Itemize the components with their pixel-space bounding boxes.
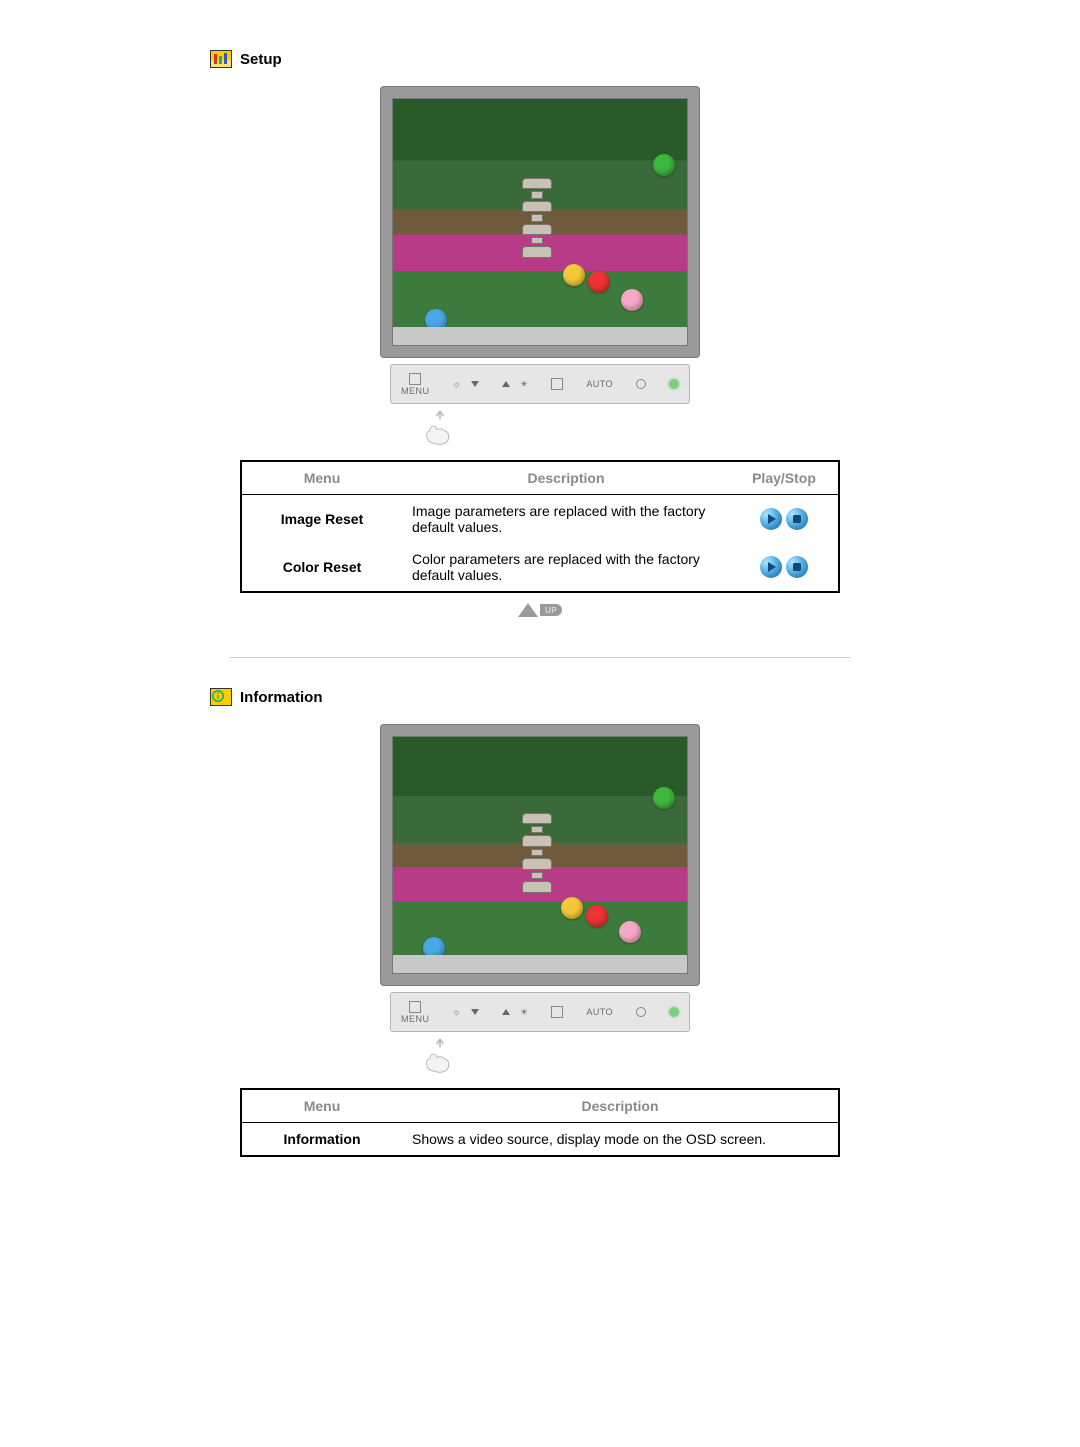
information-table: Menu Description Information Shows a vid… (240, 1088, 840, 1157)
col-header-description: Description (402, 461, 730, 495)
source-icon (551, 378, 563, 390)
up-arrow-icon (502, 381, 510, 387)
stop-button[interactable] (786, 556, 808, 578)
monitor-illustration-setup: MENU ☼ ☀ AUTO (380, 86, 700, 446)
section-title: Setup (240, 51, 282, 68)
stop-icon (793, 563, 801, 571)
stop-icon (793, 515, 801, 523)
ground-bar (393, 955, 687, 973)
up-arrow-icon (502, 1009, 510, 1015)
lantern-icon (588, 271, 610, 293)
sun-icon: ☀ (520, 379, 529, 390)
row-menu-label: Color Reset (241, 543, 402, 592)
information-section-icon (210, 688, 232, 706)
up-arrow-icon (518, 603, 538, 617)
monitor-screen (392, 98, 688, 346)
adjust-group-1: ☼ (452, 1007, 479, 1017)
row-description: Color parameters are replaced with the f… (402, 543, 730, 592)
row-menu-label: Image Reset (241, 495, 402, 544)
auto-label: AUTO (586, 379, 613, 389)
lantern-icon (561, 897, 583, 919)
menu-button-group: MENU (401, 1001, 430, 1024)
back-to-top-link[interactable]: UP (0, 603, 1080, 617)
lantern-icon (619, 921, 641, 943)
monitor-controls: MENU ☼ ☀ AUTO (380, 358, 700, 446)
power-button-icon (636, 1007, 646, 1017)
monitor-controls: MENU ☼ ☀ AUTO (380, 986, 700, 1074)
row-playstop (730, 543, 839, 592)
down-arrow-icon (471, 1009, 479, 1015)
section-header-information: Information (210, 688, 1080, 706)
brightness-icon: ☼ (452, 379, 461, 389)
table-header-row: Menu Description (241, 1089, 839, 1123)
adjust-group-1: ☼ (452, 379, 479, 389)
setup-section-icon (210, 50, 232, 68)
pagoda-icon (522, 813, 552, 893)
col-header-description: Description (402, 1089, 839, 1123)
lantern-icon (653, 787, 675, 809)
col-header-menu: Menu (241, 461, 402, 495)
col-header-playstop: Play/Stop (730, 461, 839, 495)
play-button[interactable] (760, 556, 782, 578)
monitor-bezel (380, 724, 700, 986)
lantern-icon (621, 289, 643, 311)
power-led-icon (669, 1007, 679, 1017)
auto-label: AUTO (586, 1007, 613, 1017)
adjust-group-2: ☀ (502, 379, 529, 390)
section-divider (230, 657, 850, 658)
row-description: Image parameters are replaced with the f… (402, 495, 730, 544)
row-playstop (730, 495, 839, 544)
menu-label: MENU (401, 1014, 430, 1024)
menu-button-group: MENU (401, 373, 430, 396)
play-button[interactable] (760, 508, 782, 530)
sun-icon: ☀ (520, 1007, 529, 1018)
row-menu-label: Information (241, 1123, 402, 1157)
lantern-icon (563, 264, 585, 286)
stop-button[interactable] (786, 508, 808, 530)
col-header-menu: Menu (241, 1089, 402, 1123)
lantern-icon (653, 154, 675, 176)
pointer-hand-icon (380, 406, 700, 446)
section-title: Information (240, 689, 323, 706)
source-icon (551, 1006, 563, 1018)
menu-icon (409, 373, 421, 385)
brightness-icon: ☼ (452, 1007, 461, 1017)
setup-table: Menu Description Play/Stop Image Reset I… (240, 460, 840, 593)
pointer-hand-icon (380, 1034, 700, 1074)
menu-icon (409, 1001, 421, 1013)
menu-label: MENU (401, 386, 430, 396)
table-header-row: Menu Description Play/Stop (241, 461, 839, 495)
lantern-icon (586, 905, 608, 927)
table-row: Information Shows a video source, displa… (241, 1123, 839, 1157)
power-button-icon (636, 379, 646, 389)
table-row: Color Reset Color parameters are replace… (241, 543, 839, 592)
up-label: UP (540, 604, 562, 616)
power-led-icon (669, 379, 679, 389)
down-arrow-icon (471, 381, 479, 387)
monitor-button-panel: MENU ☼ ☀ AUTO (390, 992, 690, 1032)
table-row: Image Reset Image parameters are replace… (241, 495, 839, 544)
monitor-illustration-information: MENU ☼ ☀ AUTO (380, 724, 700, 1074)
play-icon (768, 562, 776, 572)
adjust-group-2: ☀ (502, 1007, 529, 1018)
monitor-button-panel: MENU ☼ ☀ AUTO (390, 364, 690, 404)
ground-bar (393, 327, 687, 345)
pagoda-icon (522, 178, 552, 258)
play-icon (768, 514, 776, 524)
row-description: Shows a video source, display mode on th… (402, 1123, 839, 1157)
monitor-bezel (380, 86, 700, 358)
section-header-setup: Setup (210, 50, 1080, 68)
monitor-screen (392, 736, 688, 974)
document-page: Setup (0, 0, 1080, 1447)
